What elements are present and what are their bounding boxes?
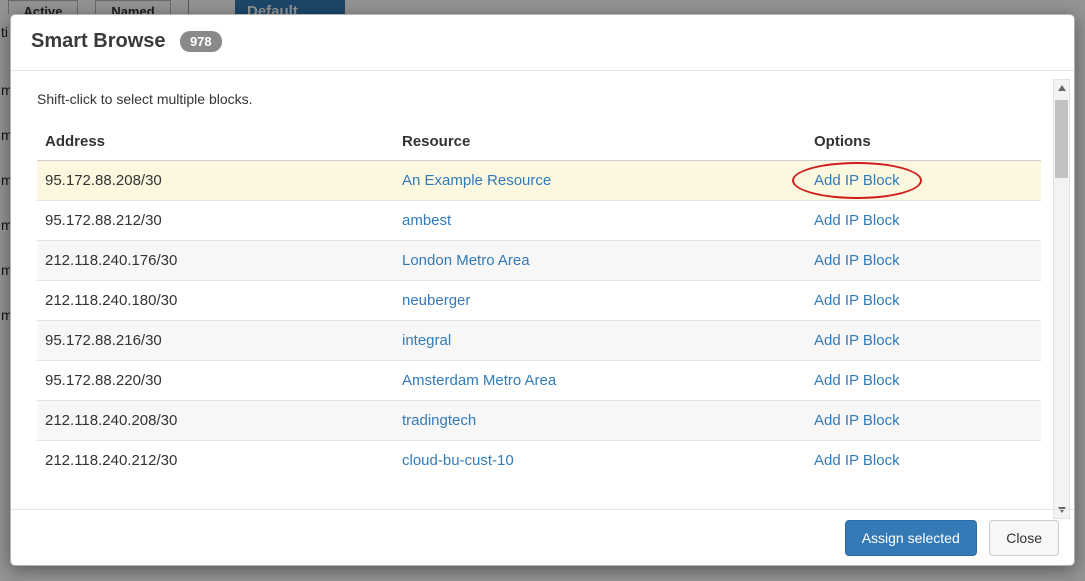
ip-block-table: Address Resource Options 95.172.88.208/3… [37, 123, 1041, 480]
modal-title: Smart Browse [31, 30, 166, 53]
add-ip-block-link[interactable]: Add IP Block [814, 292, 900, 309]
table-row[interactable]: 95.172.88.220/30 Amsterdam Metro Area Ad… [37, 361, 1041, 401]
table-row[interactable]: 95.172.88.212/30 ambest Add IP Block [37, 201, 1041, 241]
modal-body: Shift-click to select multiple blocks. A… [11, 71, 1074, 509]
add-ip-block-link[interactable]: Add IP Block [814, 412, 900, 429]
resource-link[interactable]: Amsterdam Metro Area [402, 372, 556, 389]
address-cell: 95.172.88.216/30 [37, 321, 394, 361]
table-row[interactable]: 212.118.240.212/30 cloud-bu-cust-10 Add … [37, 441, 1041, 481]
table-row[interactable]: 95.172.88.216/30 integral Add IP Block [37, 321, 1041, 361]
smart-browse-modal: Smart Browse 978 Shift-click to select m… [10, 14, 1075, 566]
assign-selected-button[interactable]: Assign selected [845, 520, 977, 556]
resource-link[interactable]: London Metro Area [402, 252, 530, 269]
count-badge: 978 [180, 31, 222, 52]
add-ip-block-link[interactable]: Add IP Block [814, 452, 900, 469]
add-ip-block-link[interactable]: Add IP Block [814, 252, 900, 269]
table-row[interactable]: 212.118.240.176/30 London Metro Area Add… [37, 241, 1041, 281]
close-button[interactable]: Close [989, 520, 1059, 556]
scrollbar-thumb[interactable] [1055, 100, 1068, 178]
resource-link[interactable]: tradingtech [402, 412, 476, 429]
table-row[interactable]: 212.118.240.180/30 neuberger Add IP Bloc… [37, 281, 1041, 321]
resource-link[interactable]: ambest [402, 212, 451, 229]
resource-link[interactable]: integral [402, 332, 451, 349]
table-header-row: Address Resource Options [37, 123, 1041, 161]
add-ip-block-link[interactable]: Add IP Block [814, 212, 900, 229]
address-cell: 95.172.88.208/30 [37, 161, 394, 201]
add-ip-block-link[interactable]: Add IP Block [814, 172, 900, 189]
table-row[interactable]: 212.118.240.208/30 tradingtech Add IP Bl… [37, 401, 1041, 441]
address-cell: 212.118.240.212/30 [37, 441, 394, 481]
modal-scrollbar[interactable] [1053, 79, 1070, 519]
address-cell: 95.172.88.212/30 [37, 201, 394, 241]
resource-link[interactable]: An Example Resource [402, 172, 551, 189]
resource-link[interactable]: cloud-bu-cust-10 [402, 452, 514, 469]
column-header-resource: Resource [394, 123, 806, 161]
modal-footer: Assign selected Close [11, 509, 1074, 565]
table-row[interactable]: 95.172.88.208/30 An Example Resource Add… [37, 161, 1041, 201]
resource-link[interactable]: neuberger [402, 292, 470, 309]
column-header-options: Options [806, 123, 1041, 161]
modal-header: Smart Browse 978 [11, 15, 1074, 71]
address-cell: 212.118.240.208/30 [37, 401, 394, 441]
up-triangle-icon [1058, 85, 1066, 91]
address-cell: 95.172.88.220/30 [37, 361, 394, 401]
column-header-address: Address [37, 123, 394, 161]
add-ip-block-link[interactable]: Add IP Block [814, 332, 900, 349]
add-ip-block-link[interactable]: Add IP Block [814, 372, 900, 389]
address-cell: 212.118.240.180/30 [37, 281, 394, 321]
scrollbar-up-arrow[interactable] [1054, 80, 1069, 96]
address-cell: 212.118.240.176/30 [37, 241, 394, 281]
instruction-text: Shift-click to select multiple blocks. [37, 91, 1048, 107]
